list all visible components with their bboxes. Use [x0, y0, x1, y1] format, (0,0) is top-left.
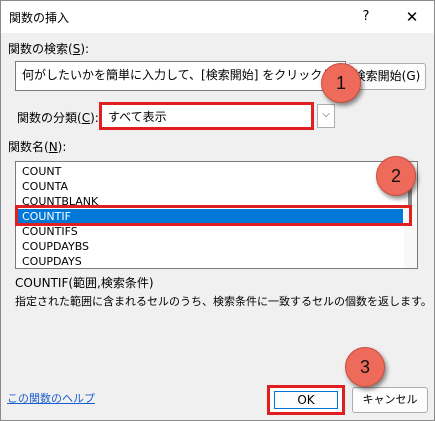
list-item[interactable]: COUPDAYBS [18, 239, 403, 254]
step-3-badge: 3 [345, 347, 385, 387]
search-label-prefix: 関数の検索( [8, 42, 73, 56]
category-select[interactable]: すべて表示 [99, 102, 314, 130]
search-label: 関数の検索(S): [8, 40, 89, 57]
close-button[interactable]: ✕ [399, 6, 425, 28]
list-item[interactable]: COUNTA [18, 179, 403, 194]
category-label: 関数の分類(C): [17, 109, 99, 126]
function-description: 指定された範囲に含まれるセルのうち、検索条件に一致するセルの個数を返します。 [15, 295, 432, 308]
step-1-badge: 1 [321, 63, 361, 103]
function-syntax: COUNTIF(範囲,検索条件) [15, 276, 154, 290]
cancel-button[interactable]: キャンセル [352, 387, 428, 413]
category-label-prefix: 関数の分類( [17, 111, 82, 125]
step-2-badge: 2 [376, 156, 416, 196]
function-search-input[interactable]: 何がしたいかを簡単に入力して、[検索開始] をクリックしてください。 [15, 61, 346, 91]
insert-function-dialog: 関数の挿入 ? ✕ 関数の検索(S): 何がしたいかを簡単に入力して、[検索開始… [0, 0, 435, 421]
category-label-key: C [81, 111, 91, 125]
ok-focus-ring [274, 391, 338, 409]
function-label-key: N [48, 140, 58, 154]
function-label-suffix: ): [57, 140, 67, 154]
ok-button[interactable]: OK [267, 385, 345, 415]
selected-item-highlight [15, 205, 412, 226]
function-label-prefix: 関数名( [8, 140, 49, 154]
list-item[interactable]: COUNTIFS [18, 224, 403, 239]
dialog-title: 関数の挿入 [9, 11, 70, 25]
category-label-suffix: ): [90, 111, 99, 125]
search-label-suffix: ): [80, 42, 90, 56]
function-name-label: 関数名(N): [8, 138, 66, 155]
title-bar: 関数の挿入 ? ✕ [1, 1, 434, 33]
list-item[interactable]: COUPDAYS [18, 254, 403, 268]
chevron-down-icon[interactable]: ⌵ [317, 104, 335, 128]
help-button[interactable]: ? [353, 6, 379, 28]
function-help-link[interactable]: この関数のヘルプ [7, 390, 95, 406]
list-item[interactable]: COUNT [18, 164, 403, 179]
